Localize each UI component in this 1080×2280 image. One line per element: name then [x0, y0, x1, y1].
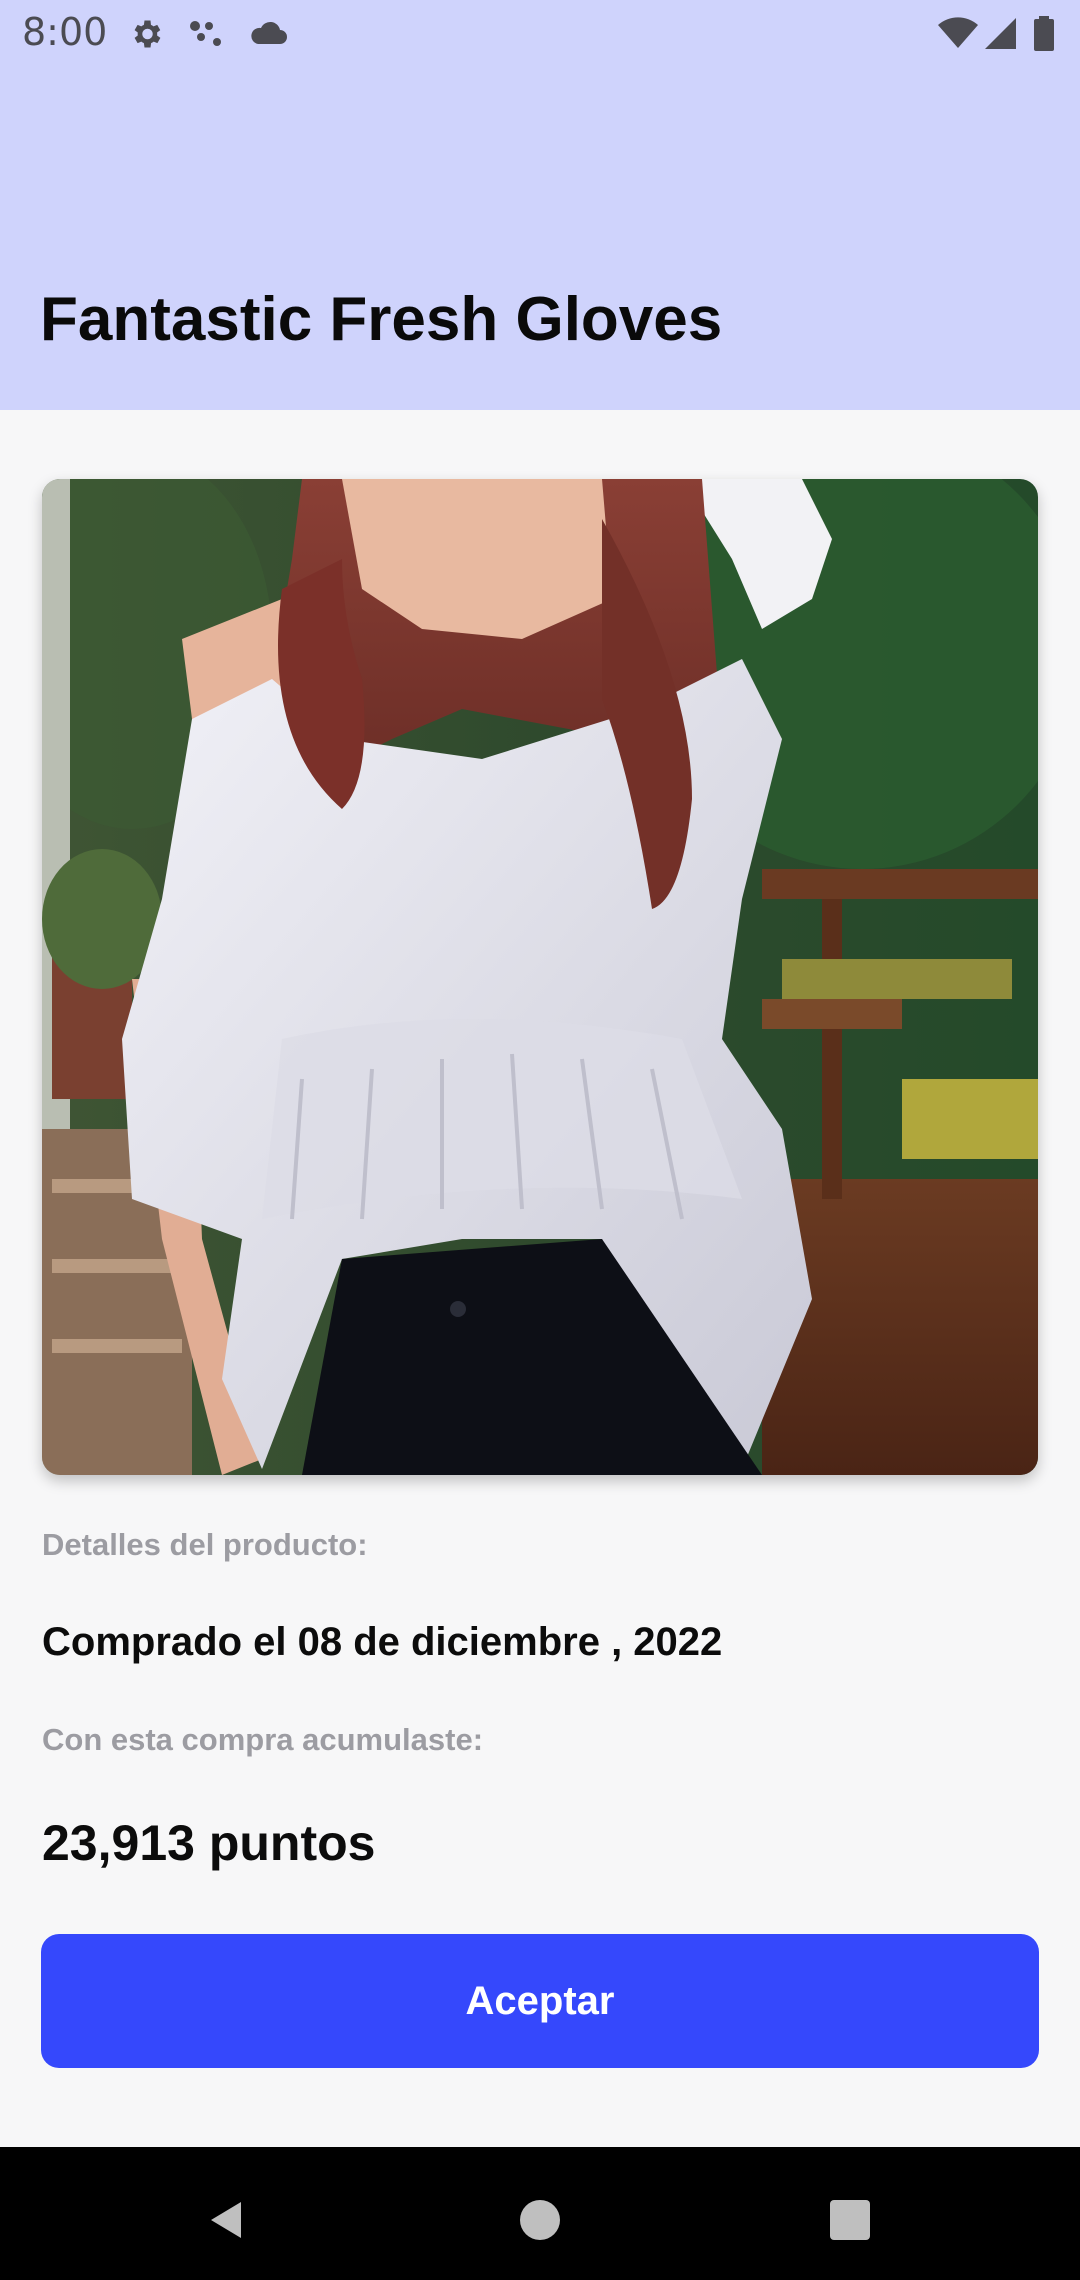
status-bar: 8:00 — [0, 0, 1080, 66]
home-icon[interactable] — [510, 2190, 570, 2250]
points-label: Con esta compra acumulaste: — [42, 1722, 484, 1757]
page-title: Fantastic Fresh Gloves — [40, 285, 723, 354]
product-photo-icon — [42, 479, 1038, 1475]
status-time: 8:00 — [22, 10, 108, 54]
dots-icon — [187, 16, 227, 52]
details-label: Detalles del producto: — [42, 1527, 368, 1562]
cloud-icon — [248, 16, 288, 52]
back-icon[interactable] — [195, 2190, 255, 2250]
accept-button[interactable]: Aceptar — [41, 1934, 1039, 2068]
product-image — [42, 479, 1038, 1475]
signal-icon — [983, 16, 1019, 52]
gear-icon — [126, 16, 166, 52]
app-header: 8:00 Fantastic Fresh Gloves — [0, 0, 1080, 410]
battery-icon — [1033, 16, 1055, 52]
points-value: 23,913 puntos — [42, 1815, 376, 1871]
recents-icon[interactable] — [820, 2190, 880, 2250]
wifi-icon — [937, 16, 979, 52]
purchase-date: Comprado el 08 de diciembre , 2022 — [42, 1620, 723, 1664]
